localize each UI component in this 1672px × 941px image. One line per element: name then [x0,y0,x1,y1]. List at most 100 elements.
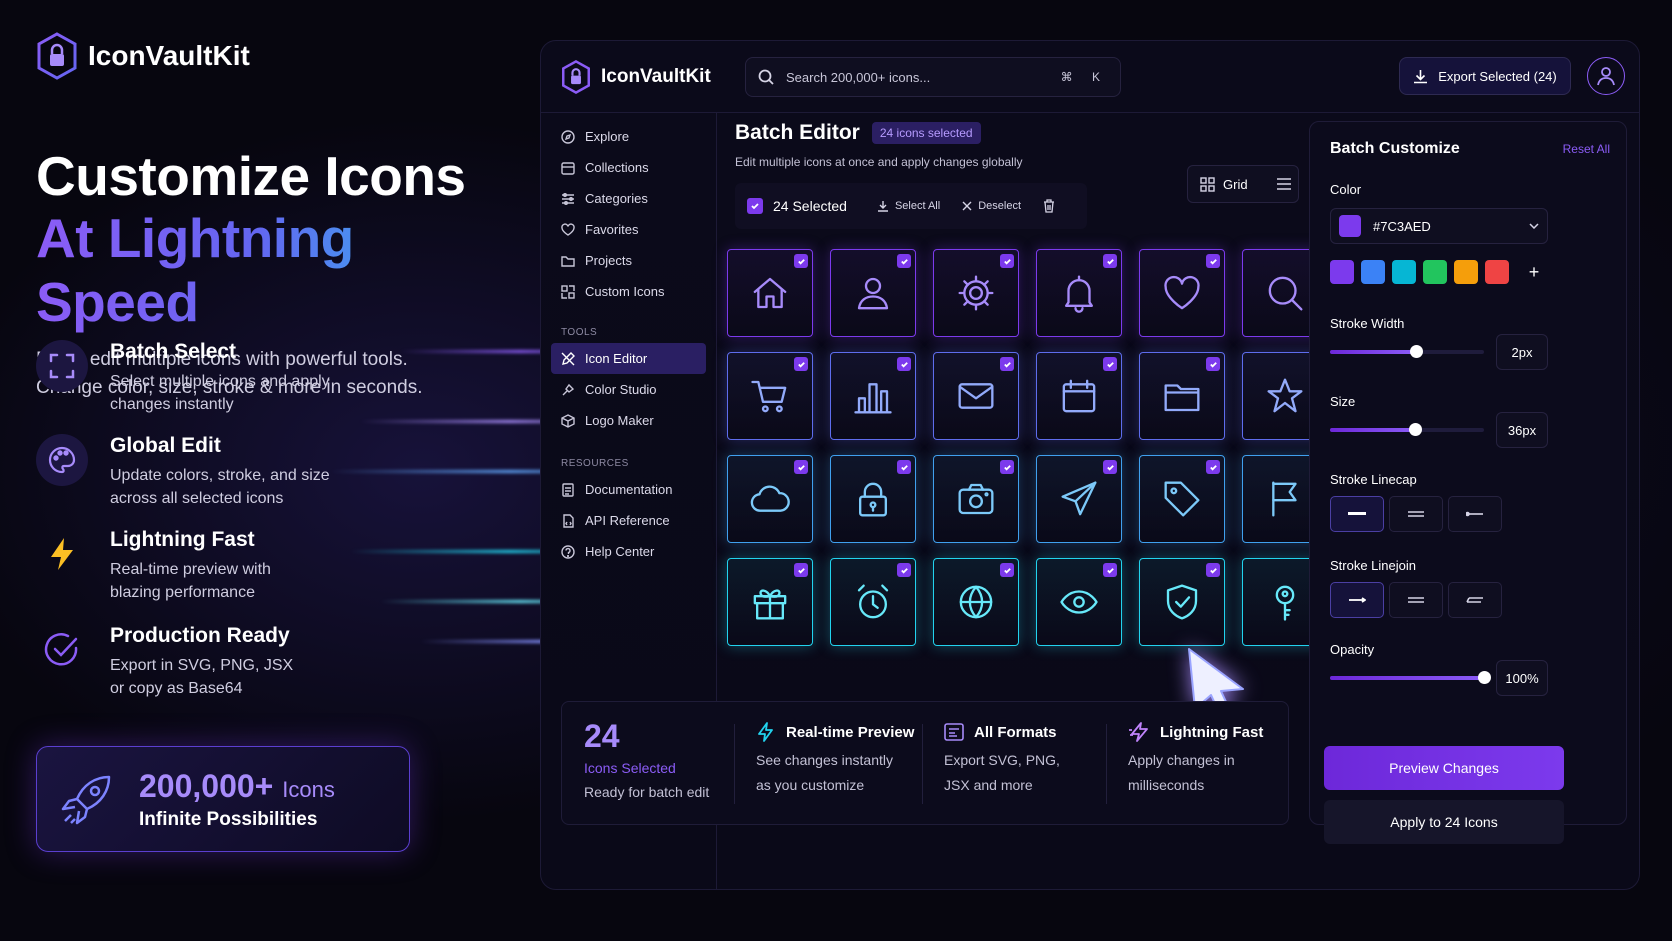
color-swatch[interactable] [1423,260,1447,284]
selected-check[interactable] [1206,460,1220,474]
selected-check[interactable] [897,357,911,371]
batch-customize-panel: Batch Customize Reset All Color #7C3AED … [1309,121,1627,844]
custom-icon [561,284,575,299]
selected-check[interactable] [794,357,808,371]
linejoin-miter-option[interactable] [1330,582,1384,618]
slider-knob[interactable] [1410,345,1424,358]
hero-title-line1: Customize Icons [36,145,466,207]
color-select[interactable]: #7C3AED [1330,208,1548,244]
icon-tile-cloud[interactable] [727,455,813,543]
grid-icon[interactable] [1200,176,1215,192]
sidebar-heading-tools: TOOLS [561,327,598,338]
color-swatch[interactable] [1392,260,1416,284]
app-brand[interactable]: IconVaultKit [561,59,711,94]
sidebar-item-help-center[interactable]: Help Center [541,536,706,567]
sidebar-item-logo-maker[interactable]: Logo Maker [541,405,706,436]
selected-check[interactable] [1000,254,1014,268]
color-swatch[interactable] [1454,260,1478,284]
selected-check[interactable] [1000,563,1014,577]
stroke-width-slider[interactable] [1330,345,1484,358]
selected-check[interactable] [897,460,911,474]
stroke-width-value[interactable]: 2px [1496,334,1548,370]
color-swatch[interactable] [1361,260,1385,284]
icon-tile-calendar[interactable] [1036,352,1122,440]
icon-tile-camera[interactable] [933,455,1019,543]
icon-tile-home[interactable] [727,249,813,337]
linejoin-round-option[interactable] [1389,582,1443,618]
icon-tile-heart[interactable] [1139,249,1225,337]
select-checkbox[interactable] [747,198,763,214]
icon-tile-folder[interactable] [1139,352,1225,440]
sidebar-item-custom-icons[interactable]: Custom Icons [541,276,706,307]
add-color-button[interactable]: + [1520,258,1548,286]
icon-tile-send[interactable] [1036,455,1122,543]
selected-check[interactable] [1206,563,1220,577]
sidebar-item-documentation[interactable]: Documentation [541,474,706,505]
selected-check[interactable] [1000,460,1014,474]
heart-icon [1164,275,1200,310]
color-swatch[interactable] [1330,260,1354,284]
size-value[interactable]: 36px [1496,412,1548,448]
icon-grid [727,249,1328,646]
opacity-value[interactable]: 100% [1496,660,1548,696]
selected-check[interactable] [897,254,911,268]
sidebar-item-explore[interactable]: Explore [541,121,706,152]
selected-check[interactable] [1000,357,1014,371]
size-slider[interactable] [1330,423,1484,436]
icon-tile-gift[interactable] [727,558,813,646]
selected-check[interactable] [794,460,808,474]
preview-changes-button[interactable]: Preview Changes [1324,746,1564,790]
sidebar-item-projects[interactable]: Projects [541,245,706,276]
icon-tile-shield[interactable] [1139,558,1225,646]
sidebar-item-color-studio[interactable]: Color Studio [541,374,706,405]
avatar[interactable] [1587,57,1625,95]
reset-all-link[interactable]: Reset All [1563,142,1610,156]
search-input[interactable]: Search 200,000+ icons... ⌘ K [745,57,1121,97]
slider-knob[interactable] [1478,671,1491,684]
selected-check[interactable] [1206,357,1220,371]
selected-check[interactable] [794,254,808,268]
linejoin-bevel-option[interactable] [1448,582,1502,618]
deselect-button[interactable]: Deselect [962,200,1021,212]
icon-tile-alarm[interactable] [830,558,916,646]
selected-check[interactable] [1206,254,1220,268]
export-selected-button[interactable]: Export Selected (24) [1399,57,1571,95]
icon-tile-lock[interactable] [830,455,916,543]
check-icon [1003,567,1011,574]
hero-title-line2: At Lightning Speed [36,206,526,334]
selected-check[interactable] [1103,357,1117,371]
trash-icon[interactable] [1043,199,1055,213]
selected-check[interactable] [1103,460,1117,474]
selected-check[interactable] [794,563,808,577]
slider-knob[interactable] [1408,423,1422,436]
icon-tile-mail[interactable] [933,352,1019,440]
icon-tile-tag[interactable] [1139,455,1225,543]
linecap-round-option[interactable] [1389,496,1443,532]
apply-icons-button[interactable]: Apply to 24 Icons [1324,800,1564,844]
sidebar-item-categories[interactable]: Categories [541,183,706,214]
selected-check[interactable] [1103,254,1117,268]
color-swatch[interactable] [1485,260,1509,284]
icon-tile-chart[interactable] [830,352,916,440]
icon-tile-eye[interactable] [1036,558,1122,646]
selected-check[interactable] [897,563,911,577]
linecap-square-option[interactable] [1448,496,1502,532]
sidebar-item-favorites[interactable]: Favorites [541,214,706,245]
linecap-butt-option[interactable] [1330,496,1384,532]
opacity-slider[interactable] [1330,671,1491,684]
select-all-button[interactable]: Select All [877,200,940,212]
icon-tile-user[interactable] [830,249,916,337]
selected-check[interactable] [1103,563,1117,577]
icon-tile-globe[interactable] [933,558,1019,646]
icon-tile-cart[interactable] [727,352,813,440]
sidebar-item-icon-editor[interactable]: Icon Editor [551,343,706,374]
selection-badge: 24 icons selected [871,122,981,144]
list-icon[interactable] [1276,177,1292,191]
brand-name: IconVaultKit [88,40,250,71]
select-frame-icon [36,340,88,392]
grid-view-label[interactable]: Grid [1223,177,1248,192]
icon-tile-gear[interactable] [933,249,1019,337]
sidebar-item-collections[interactable]: Collections [541,152,706,183]
icon-tile-bell[interactable] [1036,249,1122,337]
sidebar-item-api-reference[interactable]: API Reference [541,505,706,536]
